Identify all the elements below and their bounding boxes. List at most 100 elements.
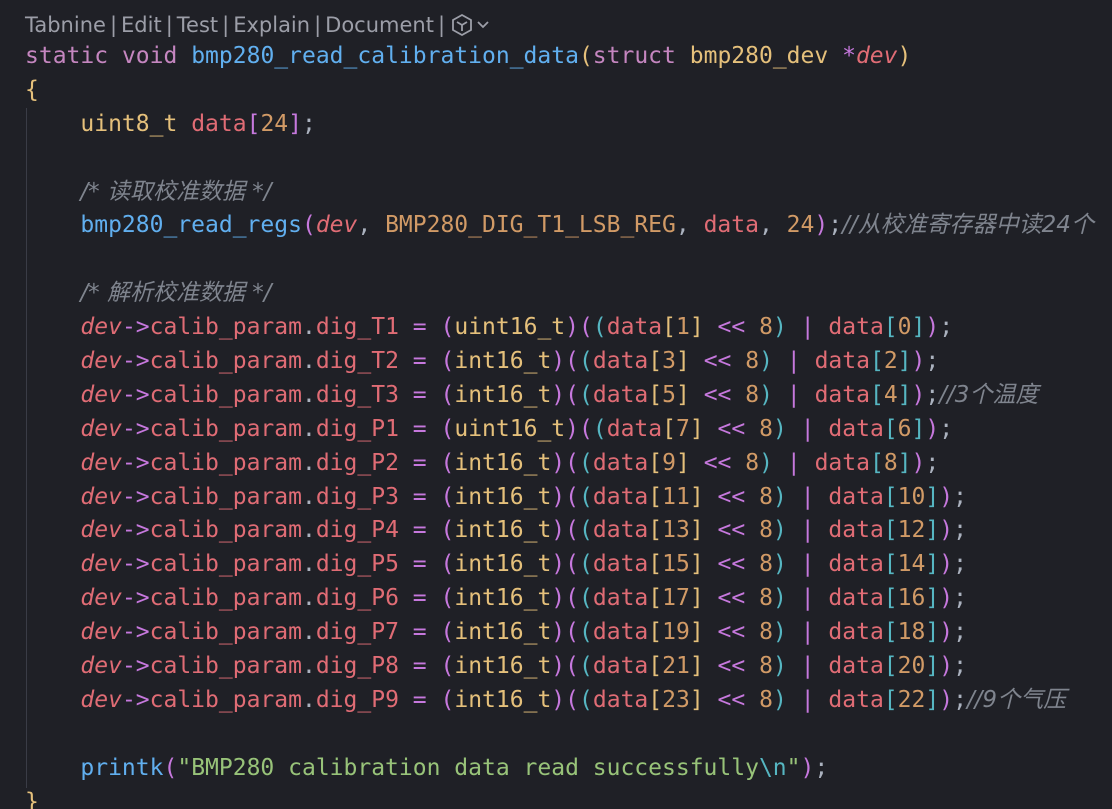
codelens-document[interactable]: Document [325, 10, 434, 40]
code-punctuation: ] [675, 348, 690, 375]
code-line-blank[interactable] [25, 142, 1094, 176]
code-punctuation: ) [772, 619, 787, 646]
code-punctuation: ( [579, 619, 593, 646]
arrow-operator: -> [121, 415, 150, 442]
code-punctuation [690, 450, 704, 476]
code-line-close-brace[interactable]: } [25, 786, 1094, 809]
code-line-signature[interactable]: static void bmp280_read_calibration_data… [25, 40, 1094, 74]
field-calib-param: calib_param [149, 415, 302, 442]
code-punctuation [427, 585, 441, 611]
shift-operator: << [717, 483, 746, 510]
code-line-blank[interactable] [25, 243, 1094, 277]
code-line-assign-dig_P6[interactable]: dev->calib_param.dig_P6 = (int16_t)((dat… [25, 582, 1094, 616]
code-punctuation [108, 43, 122, 69]
code-punctuation [704, 585, 718, 611]
code-line-blank[interactable] [25, 718, 1094, 752]
number-literal: 8 [759, 686, 773, 713]
codelens-explain[interactable]: Explain [233, 10, 310, 40]
code-punctuation: [ [648, 483, 663, 510]
cast-type: int16_t [454, 381, 552, 408]
shift-operator: << [703, 348, 732, 375]
code-line-assign-dig_T2[interactable]: dev->calib_param.dig_T2 = (int16_t)((dat… [25, 345, 1094, 379]
code-line-open-brace[interactable]: { [25, 74, 1094, 108]
code-punctuation [745, 484, 759, 510]
variable-data: data [592, 686, 649, 713]
code-line-comment[interactable]: /* 解析校准数据 */ [25, 277, 1094, 311]
code-line-assign-dig_T3[interactable]: dev->calib_param.dig_T3 = (int16_t)((dat… [25, 379, 1094, 413]
code-punctuation: ] [675, 449, 690, 476]
field-calib-param: calib_param [149, 314, 302, 341]
or-operator: | [800, 314, 815, 341]
or-operator: | [786, 348, 801, 375]
code-line-assign-dig_P7[interactable]: dev->calib_param.dig_P7 = (int16_t)((dat… [25, 616, 1094, 650]
arrow-operator: -> [121, 348, 150, 375]
code-editor[interactable]: Tabnine | Edit | Test | Explain | Document | stat… [0, 0, 1112, 809]
variable-data: data [828, 551, 884, 578]
code-line-comment[interactable]: /* 读取校准数据 */ [25, 176, 1094, 210]
number-literal: 23 [662, 686, 690, 713]
number-literal: 5 [662, 381, 676, 408]
code-punctuation [815, 517, 829, 543]
or-operator: | [800, 551, 815, 578]
pointer-operator: * [842, 43, 856, 69]
code-punctuation: ) [939, 653, 954, 680]
number-literal: 9 [662, 449, 676, 476]
code-punctuation [25, 348, 80, 374]
parameter-dev: dev [80, 314, 122, 341]
parameter-dev: dev [80, 686, 122, 713]
code-punctuation: ) [551, 619, 566, 646]
code-line-assign-dig_P3[interactable]: dev->calib_param.dig_P3 = (int16_t)((dat… [25, 481, 1094, 515]
field-name: dig_P2 [315, 449, 399, 476]
code-line-assign-dig_P2[interactable]: dev->calib_param.dig_P2 = (int16_t)((dat… [25, 447, 1094, 481]
code-punctuation: ( [565, 449, 580, 476]
code-area[interactable]: static void bmp280_read_calibration_data… [25, 40, 1094, 809]
code-line-printk[interactable]: printk("BMP280 calibration data read suc… [25, 752, 1094, 786]
code-line-decl[interactable]: uint8_t data[24]; [25, 108, 1094, 142]
code-punctuation: [ [648, 551, 663, 578]
number-literal: 18 [897, 619, 926, 646]
code-line-read-regs[interactable]: bmp280_read_regs(dev, BMP280_DIG_T1_LSB_… [25, 209, 1093, 243]
number-literal: 0 [897, 314, 912, 341]
codelens-tabnine[interactable]: Tabnine [25, 10, 106, 40]
code-punctuation: ) [551, 483, 566, 510]
codelens-test[interactable]: Test [177, 10, 218, 40]
code-line-assign-dig_P8[interactable]: dev->calib_param.dig_P8 = (int16_t)((dat… [25, 650, 1094, 684]
code-punctuation [427, 653, 441, 679]
code-punctuation: ( [579, 381, 593, 408]
variable-data: data [592, 483, 649, 510]
code-punctuation: ] [689, 314, 704, 341]
number-literal: 7 [675, 415, 690, 442]
number-literal: 14 [897, 551, 926, 578]
codelens-edit[interactable]: Edit [121, 10, 162, 40]
code-punctuation [427, 416, 441, 442]
code-punctuation: ) [939, 517, 954, 544]
code-punctuation: ( [565, 653, 580, 680]
code-punctuation [787, 551, 801, 577]
field-calib-param: calib_param [149, 348, 302, 375]
code-punctuation: ( [163, 754, 178, 781]
comment: /* 解析校准数据 */ [80, 280, 272, 307]
cast-type: int16_t [454, 449, 552, 476]
field-calib-param: calib_param [149, 449, 302, 476]
tabnine-chevron-icon[interactable] [451, 13, 493, 37]
code-punctuation [427, 687, 441, 713]
code-line-assign-dig_P4[interactable]: dev->calib_param.dig_P4 = (int16_t)((dat… [25, 514, 1094, 548]
code-punctuation: ( [565, 585, 580, 612]
codelens-separator: | [314, 13, 322, 37]
parameter-dev: dev [80, 381, 122, 408]
code-punctuation: [ [869, 348, 884, 375]
cast-type: int16_t [454, 619, 552, 646]
code-line-assign-dig_P9[interactable]: dev->calib_param.dig_P9 = (int16_t)((dat… [25, 684, 1094, 718]
code-punctuation [690, 382, 704, 408]
code-punctuation: ; [925, 348, 940, 375]
code-punctuation [745, 416, 759, 442]
code-line-assign-dig_P5[interactable]: dev->calib_param.dig_P5 = (int16_t)((dat… [25, 548, 1094, 582]
code-punctuation [399, 484, 413, 510]
code-punctuation: ; [925, 449, 940, 476]
code-line-assign-dig_P1[interactable]: dev->calib_param.dig_P1 = (uint16_t)((da… [25, 413, 1094, 447]
code-punctuation [815, 551, 829, 577]
code-line-assign-dig_T1[interactable]: dev->calib_param.dig_T1 = (uint16_t)((da… [25, 311, 1094, 345]
code-punctuation [25, 212, 80, 238]
variable-data: data [592, 348, 649, 375]
number-literal: 13 [662, 517, 690, 544]
